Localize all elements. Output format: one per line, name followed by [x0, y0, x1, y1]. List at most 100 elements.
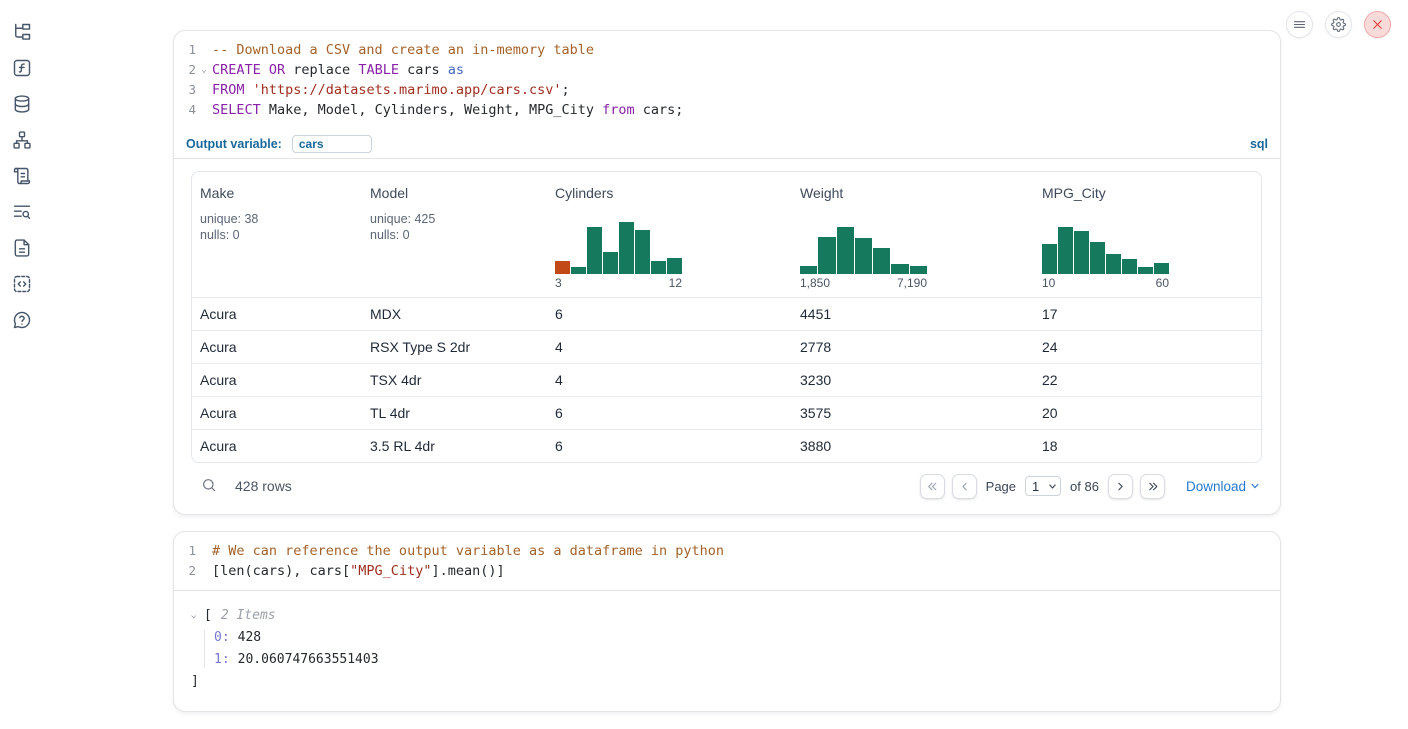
column-name: Cylinders: [555, 185, 784, 201]
sidebar: [0, 0, 44, 729]
histogram-bar: [619, 222, 634, 274]
column-histogram[interactable]: 312: [555, 219, 682, 290]
output-variable-input[interactable]: cars: [292, 135, 372, 153]
column-stats: unique: 425nulls: 0: [370, 211, 539, 243]
table-cell: 4: [547, 339, 792, 355]
histogram-bar: [818, 237, 835, 274]
settings-button[interactable]: [1325, 11, 1352, 38]
sidebar-item-snippets[interactable]: [12, 274, 32, 294]
column-histogram[interactable]: 1,8507,190: [800, 219, 927, 290]
tree-entry-value: 428: [238, 627, 261, 649]
last-page-button[interactable]: [1140, 474, 1165, 499]
download-button[interactable]: Download: [1186, 479, 1260, 494]
fold-spacer: [196, 40, 212, 60]
table-cell: TL 4dr: [362, 405, 547, 421]
fold-spacer: [196, 100, 212, 120]
column-header-cylinders[interactable]: Cylinders 312: [547, 172, 792, 297]
code-token: "MPG_City": [350, 563, 431, 579]
prev-page-button[interactable]: [952, 474, 977, 499]
sql-code-editor[interactable]: 1 -- Download a CSV and create an in-memo…: [174, 31, 1280, 129]
sidebar-item-help[interactable]: [12, 310, 32, 330]
histogram-bars: [555, 219, 682, 274]
table-body: AcuraMDX6445117AcuraRSX Type S 2dr427782…: [192, 297, 1261, 462]
fold-caret-icon[interactable]: ⌄: [196, 60, 212, 80]
code-token: ].mean()]: [431, 563, 504, 579]
code-line[interactable]: 4 SELECT Make, Model, Cylinders, Weight, …: [174, 100, 1280, 120]
code-text: [len(cars), cars["MPG_City"].mean()]: [212, 561, 505, 581]
table-cell: TSX 4dr: [362, 372, 547, 388]
next-page-button[interactable]: [1108, 474, 1133, 499]
tree-collapse-caret[interactable]: ⌵: [191, 605, 204, 627]
code-text: # We can reference the output variable a…: [212, 541, 724, 561]
sidebar-item-file-tree[interactable]: [12, 22, 32, 42]
sidebar-item-scratchpad[interactable]: [12, 166, 32, 186]
table-cell: 6: [547, 306, 792, 322]
code-line[interactable]: 3 FROM 'https://datasets.marimo.app/cars.…: [174, 80, 1280, 100]
language-badge[interactable]: sql: [1250, 137, 1268, 151]
table-header: Makeunique: 38nulls: 0Modelunique: 425nu…: [192, 172, 1261, 297]
sidebar-item-datasources[interactable]: [12, 94, 32, 114]
table-row[interactable]: AcuraTSX 4dr4323022: [192, 363, 1261, 396]
table-cell: RSX Type S 2dr: [362, 339, 547, 355]
sidebar-item-documentation[interactable]: [12, 238, 32, 258]
sidebar-item-functions[interactable]: [12, 58, 32, 78]
code-token: replace: [285, 62, 358, 78]
code-text: FROM 'https://datasets.marimo.app/cars.c…: [212, 80, 570, 100]
code-token: Make, Model, Cylinders, Weight, MPG_City: [261, 102, 602, 118]
histogram-bar: [651, 261, 666, 274]
table-cell: 3575: [792, 405, 1034, 421]
code-line[interactable]: 1# We can reference the output variable …: [174, 541, 1280, 561]
first-page-button[interactable]: [920, 474, 945, 499]
menu-button[interactable]: [1286, 11, 1313, 38]
table-row[interactable]: AcuraMDX6445117: [192, 297, 1261, 330]
line-number: 1: [174, 40, 196, 60]
table-cell: 6: [547, 405, 792, 421]
chevron-down-icon: [1048, 482, 1057, 491]
code-token: # We can reference the output variable a…: [212, 543, 724, 559]
line-number: 4: [174, 100, 196, 120]
page-select[interactable]: 1: [1025, 476, 1061, 496]
table-row[interactable]: Acura3.5 RL 4dr6388018: [192, 429, 1261, 462]
column-header-make[interactable]: Makeunique: 38nulls: 0: [192, 172, 362, 297]
download-label: Download: [1186, 479, 1246, 494]
axis-min-label: 10: [1042, 276, 1055, 290]
line-number: 3: [174, 80, 196, 100]
logs-icon: [12, 202, 32, 222]
column-histogram[interactable]: 1060: [1042, 219, 1169, 290]
histogram-bar: [571, 267, 586, 274]
histogram-bar: [1058, 227, 1073, 274]
table-cell: 3880: [792, 438, 1034, 454]
column-header-model[interactable]: Modelunique: 425nulls: 0: [362, 172, 547, 297]
code-token: from: [602, 102, 635, 118]
table-cell: MDX: [362, 306, 547, 322]
chevron-down-icon: [1250, 481, 1260, 491]
code-token: TABLE: [358, 62, 399, 78]
code-text: SELECT Make, Model, Cylinders, Weight, M…: [212, 100, 683, 120]
sidebar-item-dependency-graph[interactable]: [12, 130, 32, 150]
code-token: [245, 82, 253, 98]
python-code-editor[interactable]: 1# We can reference the output variable …: [174, 532, 1280, 591]
code-line[interactable]: 2⌄CREATE OR replace TABLE cars as: [174, 60, 1280, 80]
search-icon[interactable]: [201, 477, 219, 495]
table-cell: 20: [1034, 405, 1261, 421]
histogram-bar: [855, 238, 872, 274]
table-cell: 3230: [792, 372, 1034, 388]
row-count: 428 rows: [235, 478, 292, 494]
histogram-bar: [910, 266, 927, 274]
column-header-weight[interactable]: Weight1,8507,190: [792, 172, 1034, 297]
notebook-area: 1 -- Download a CSV and create an in-memo…: [173, 30, 1281, 712]
code-line[interactable]: 1 -- Download a CSV and create an in-memo…: [174, 40, 1280, 60]
table-row[interactable]: AcuraRSX Type S 2dr4277824: [192, 330, 1261, 363]
window-controls: [1286, 11, 1391, 38]
sidebar-item-logs[interactable]: [12, 202, 32, 222]
code-text: -- Download a CSV and create an in-memor…: [212, 40, 594, 60]
tree-entry: 0:428: [214, 627, 1264, 649]
output-variable-row: Output variable: cars sql: [174, 129, 1280, 159]
stat-line: nulls: 0: [200, 227, 354, 243]
code-line[interactable]: 2 [len(cars), cars["MPG_City"].mean()]: [174, 561, 1280, 581]
shutdown-button[interactable]: [1364, 11, 1391, 38]
histogram-axis-labels: 312: [555, 276, 682, 290]
column-header-mpg_city[interactable]: MPG_City1060: [1034, 172, 1261, 297]
table-row[interactable]: AcuraTL 4dr6357520: [192, 396, 1261, 429]
line-number: 2: [174, 561, 196, 581]
